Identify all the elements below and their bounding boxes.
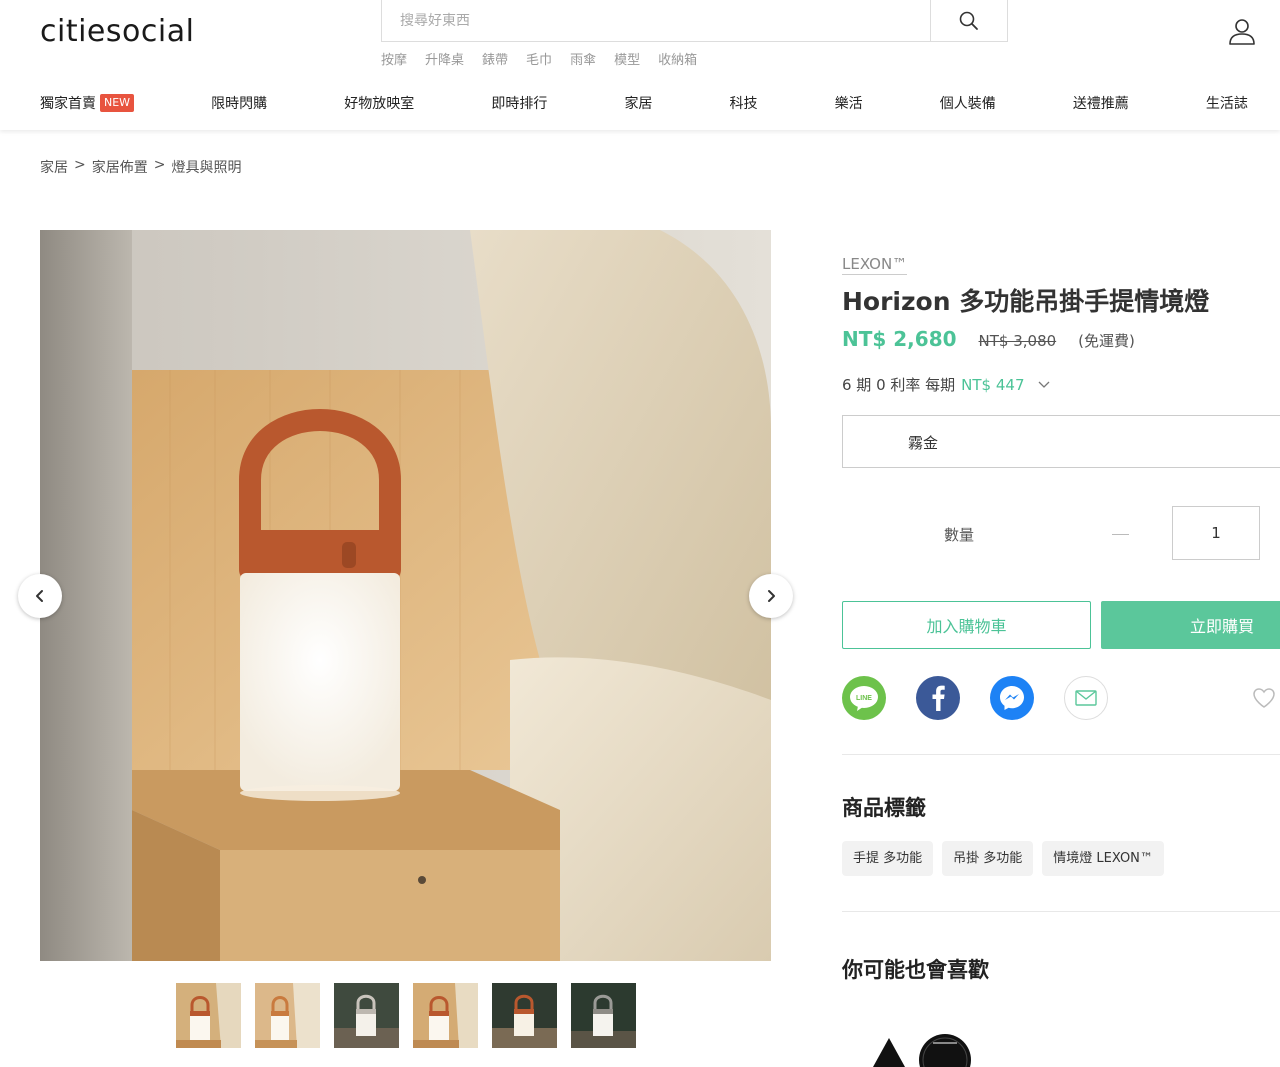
quantity-label: 數量 xyxy=(944,526,975,544)
product-title: Horizon 多功能吊掛手提情境燈 xyxy=(842,287,1210,316)
site-header: citiesocial 按摩 升降桌 錶帶 毛巾 雨傘 模型 收納箱 獨家首賣 … xyxy=(0,0,1280,130)
chevron-down-icon xyxy=(1038,381,1049,388)
hot-keyword[interactable]: 按摩 xyxy=(381,49,407,68)
user-account-icon[interactable] xyxy=(1226,16,1258,48)
breadcrumb-item[interactable]: 燈具與照明 xyxy=(171,157,241,177)
share-email-button[interactable] xyxy=(1064,676,1108,720)
price-row: NT$ 2,680 NT$ 3,080 (免運費) xyxy=(842,327,1135,351)
shipping-note: (免運費) xyxy=(1078,332,1135,350)
mail-icon xyxy=(1075,690,1097,706)
installment-amount: NT$ 447 xyxy=(961,375,1025,394)
main-nav: 獨家首賣 NEW 限時閃購 好物放映室 即時排行 家居 科技 樂活 個人裝備 送… xyxy=(40,86,1248,120)
new-badge: NEW xyxy=(100,94,135,112)
product-tags: 手提 多功能 吊掛 多功能 情境燈 LEXON™ xyxy=(842,841,1164,876)
nav-item-showroom[interactable]: 好物放映室 xyxy=(344,93,414,113)
product-thumbnail[interactable] xyxy=(334,983,399,1048)
variant-option[interactable]: 霧金 xyxy=(842,415,1280,468)
product-thumbnail[interactable] xyxy=(413,983,478,1048)
search-bar xyxy=(381,0,1008,42)
product-tag[interactable]: 情境燈 LEXON™ xyxy=(1042,841,1164,876)
chevron-left-icon xyxy=(36,590,43,602)
product-tag[interactable]: 手提 多功能 xyxy=(842,841,934,876)
hot-keywords: 按摩 升降桌 錶帶 毛巾 雨傘 模型 收納箱 xyxy=(381,49,697,68)
add-to-cart-button[interactable]: 加入購物車 xyxy=(842,601,1091,649)
nav-item-magazine[interactable]: 生活誌 xyxy=(1206,93,1248,113)
line-icon: LINE xyxy=(850,686,878,711)
installment-info[interactable]: 6 期 0 利率 每期 NT$ 447 xyxy=(842,374,1051,395)
product-thumbnail[interactable] xyxy=(571,983,636,1048)
share-messenger-button[interactable] xyxy=(990,676,1034,720)
nav-item-label: 獨家首賣 xyxy=(40,96,96,112)
quantity-decrease-button[interactable] xyxy=(1106,520,1134,548)
hot-keyword[interactable]: 毛巾 xyxy=(526,49,552,68)
product-brand-link[interactable]: LEXON™ xyxy=(842,255,908,275)
share-line-button[interactable]: LINE xyxy=(842,676,886,720)
hot-keyword[interactable]: 收納箱 xyxy=(658,49,697,68)
hot-keyword[interactable]: 雨傘 xyxy=(570,49,596,68)
nav-item-exclusive[interactable]: 獨家首賣 NEW xyxy=(40,93,135,113)
sale-price: NT$ 2,680 xyxy=(842,327,957,351)
nav-item-gifts[interactable]: 送禮推薦 xyxy=(1073,93,1129,113)
product-main-image[interactable] xyxy=(40,230,771,961)
installment-prefix: 6 期 0 利率 每期 xyxy=(842,376,956,394)
search-input[interactable] xyxy=(382,0,930,41)
buy-now-button[interactable]: 立即購買 xyxy=(1101,601,1280,649)
recommended-product-image[interactable] xyxy=(871,1030,981,1067)
share-facebook-button[interactable] xyxy=(916,676,960,720)
thumbnail-strip xyxy=(176,983,636,1048)
gallery-prev-button[interactable] xyxy=(18,574,62,618)
tags-section-title: 商品標籤 xyxy=(842,796,926,820)
breadcrumb: 家居 > 家居佈置 > 燈具與照明 xyxy=(40,157,241,177)
hot-keyword[interactable]: 錶帶 xyxy=(482,49,508,68)
variant-label: 霧金 xyxy=(908,434,939,452)
nav-item-personal-gear[interactable]: 個人裝備 xyxy=(940,93,996,113)
hot-keyword[interactable]: 升降桌 xyxy=(425,49,464,68)
breadcrumb-item[interactable]: 家居佈置 xyxy=(92,157,148,177)
divider xyxy=(842,754,1280,755)
minus-icon xyxy=(1111,533,1129,535)
quantity-input[interactable] xyxy=(1172,506,1260,560)
original-price: NT$ 3,080 xyxy=(978,332,1057,350)
breadcrumb-item[interactable]: 家居 xyxy=(40,157,68,177)
chevron-right-icon xyxy=(768,590,775,602)
nav-item-home[interactable]: 家居 xyxy=(624,93,652,113)
breadcrumb-separator: > xyxy=(153,157,166,173)
product-thumbnail[interactable] xyxy=(176,983,241,1048)
site-logo[interactable]: citiesocial xyxy=(40,14,194,49)
recommend-section-title: 你可能也會喜歡 xyxy=(842,958,989,982)
gallery-next-button[interactable] xyxy=(749,574,793,618)
nav-item-flash-sale[interactable]: 限時閃購 xyxy=(211,93,267,113)
product-thumbnail[interactable] xyxy=(492,983,557,1048)
facebook-icon xyxy=(932,685,945,711)
divider xyxy=(842,911,1280,912)
product-thumbnail[interactable] xyxy=(255,983,320,1048)
nav-item-tech[interactable]: 科技 xyxy=(730,93,758,113)
breadcrumb-separator: > xyxy=(74,157,86,173)
svg-text:LINE: LINE xyxy=(856,695,872,702)
messenger-icon xyxy=(1000,686,1024,710)
hot-keyword[interactable]: 模型 xyxy=(614,49,640,68)
search-icon xyxy=(959,11,978,30)
wishlist-heart-icon[interactable] xyxy=(1252,687,1276,713)
nav-item-ranking[interactable]: 即時排行 xyxy=(491,93,547,113)
search-button[interactable] xyxy=(930,0,1007,41)
product-tag[interactable]: 吊掛 多功能 xyxy=(942,841,1034,876)
nav-item-lohas[interactable]: 樂活 xyxy=(835,93,863,113)
